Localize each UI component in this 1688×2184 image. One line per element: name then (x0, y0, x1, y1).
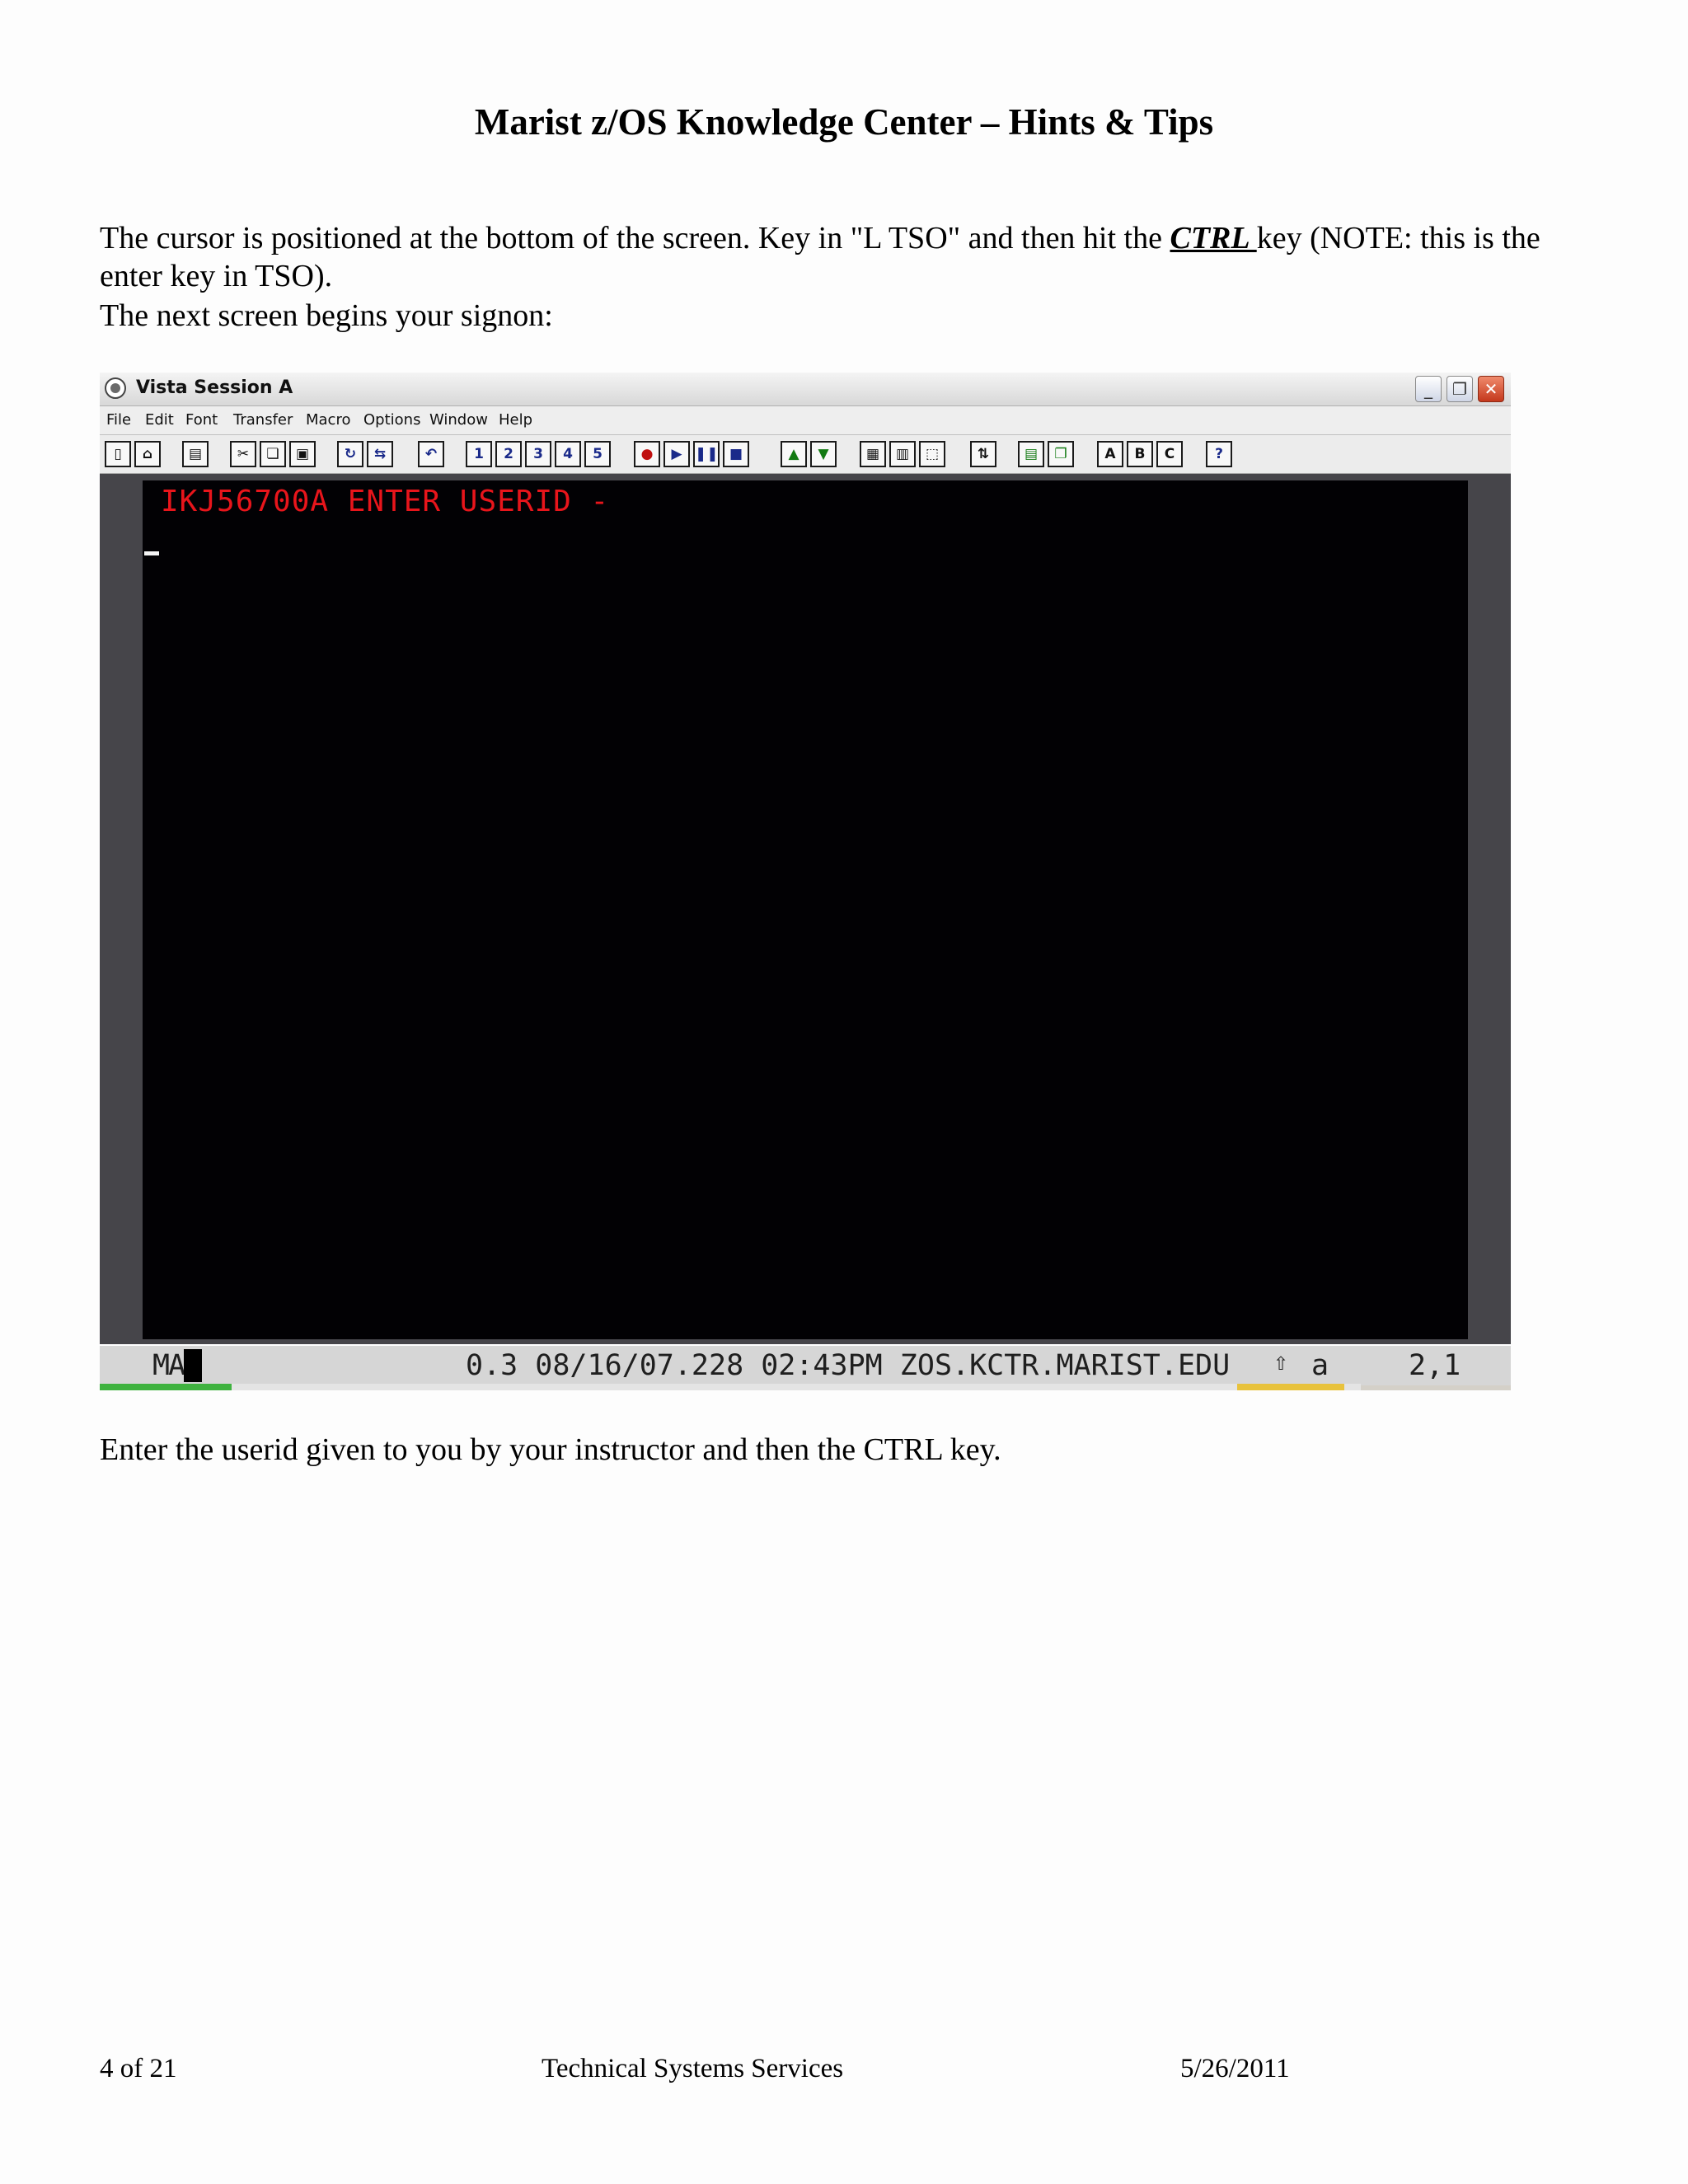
select-icon[interactable]: ⬚ (919, 441, 945, 467)
mode-indicator: MA (152, 1349, 185, 1382)
session-c-button[interactable]: C (1156, 441, 1183, 467)
swap-session-icon[interactable]: ⇆ (367, 441, 393, 467)
properties-icon[interactable]: ▦ (860, 441, 886, 467)
menu-macro[interactable]: Macro (306, 411, 350, 429)
menu-help[interactable]: Help (499, 411, 532, 429)
taskbar-strip (100, 1384, 1361, 1390)
stop-icon[interactable]: ■ (723, 441, 749, 467)
taskbar-tray-fragment (1237, 1384, 1344, 1390)
open-folder-icon[interactable]: ⌂ (134, 441, 161, 467)
session-info: 0.3 08/16/07.228 02:43PM ZOS.KCTR.MARIST… (466, 1349, 1231, 1382)
macro-1-button[interactable]: 1 (466, 441, 492, 467)
session-a-button[interactable]: A (1097, 441, 1123, 467)
keyboard-shift-icon: ⇧ (1273, 1347, 1289, 1376)
footer-date: 5/26/2011 (1180, 2054, 1290, 2083)
terminal-window-screenshot: Vista Session A _ ❐ ✕ File Edit Font Tra… (100, 373, 1511, 1390)
text-cursor (144, 551, 159, 555)
signon-intro: The next screen begins your signon: (100, 298, 553, 333)
footer-org: Technical Systems Services (542, 2054, 844, 2083)
cursor-position: 2,1 (1409, 1349, 1461, 1382)
page-number: 4 of 21 (100, 2054, 177, 2083)
print-icon[interactable]: ▤ (182, 441, 209, 467)
instruction-paragraph: The cursor is positioned at the bottom o… (100, 219, 1583, 295)
status-bar: MA 0.3 08/16/07.228 02:43PM ZOS.KCTR.MAR… (100, 1344, 1511, 1385)
macro-4-button[interactable]: 4 (555, 441, 581, 467)
menu-font[interactable]: Font (185, 411, 218, 429)
toolbar: ▯ ⌂ ▤ ✂ ❏ ▣ ↻ ⇆ ↶ 1 2 3 4 5 ● ▶ ❚❚ ■ ▲ ▼… (100, 435, 1511, 474)
help-icon[interactable]: ? (1206, 441, 1232, 467)
tso-prompt: IKJ56700A ENTER USERID - (161, 485, 610, 518)
menu-options[interactable]: Options (363, 411, 420, 429)
arrow-down-icon[interactable]: ▼ (810, 441, 837, 467)
terminal-frame: IKJ56700A ENTER USERID - (100, 474, 1511, 1344)
terminal-screen[interactable]: IKJ56700A ENTER USERID - (143, 480, 1468, 1339)
sessions-icon[interactable]: ❐ (1048, 441, 1074, 467)
pause-icon[interactable]: ❚❚ (693, 441, 720, 467)
menu-transfer[interactable]: Transfer (233, 411, 293, 429)
restore-button[interactable]: ❐ (1447, 376, 1473, 402)
input-mode-indicator: a (1311, 1349, 1329, 1382)
menu-edit[interactable]: Edit (145, 411, 174, 429)
arrow-up-icon[interactable]: ▲ (781, 441, 807, 467)
window-title: Vista Session A (136, 377, 293, 398)
macro-3-button[interactable]: 3 (525, 441, 551, 467)
new-file-icon[interactable]: ▯ (105, 441, 131, 467)
minimize-button[interactable]: _ (1415, 376, 1442, 402)
refresh-icon[interactable]: ↻ (337, 441, 363, 467)
paste-icon[interactable]: ▣ (289, 441, 316, 467)
taskbar-start-fragment (100, 1384, 232, 1390)
macro-2-button[interactable]: 2 (495, 441, 522, 467)
cut-icon[interactable]: ✂ (230, 441, 256, 467)
notepad-icon[interactable]: ▤ (1018, 441, 1044, 467)
vista-app-icon (105, 377, 126, 399)
ctrl-key-emphasis: CTRL (1170, 221, 1257, 255)
keyboard-map-icon[interactable]: ▥ (889, 441, 916, 467)
menu-window[interactable]: Window (429, 411, 488, 429)
macro-5-button[interactable]: 5 (584, 441, 611, 467)
copy-icon[interactable]: ❏ (260, 441, 286, 467)
window-titlebar[interactable]: Vista Session A _ ❐ ✕ (100, 373, 1511, 406)
userid-instruction: Enter the userid given to you by your in… (100, 1432, 1001, 1467)
menu-bar: File Edit Font Transfer Macro Options Wi… (100, 406, 1511, 435)
menu-file[interactable]: File (106, 411, 131, 429)
undo-icon[interactable]: ↶ (418, 441, 444, 467)
page-title: Marist z/OS Knowledge Center – Hints & T… (474, 101, 1214, 143)
close-button[interactable]: ✕ (1478, 376, 1504, 402)
lock-block-indicator (184, 1349, 202, 1382)
session-b-button[interactable]: B (1127, 441, 1153, 467)
transfer-icon[interactable]: ⇅ (970, 441, 996, 467)
play-icon[interactable]: ▶ (663, 441, 690, 467)
instruction-text: The cursor is positioned at the bottom o… (100, 221, 1170, 255)
record-icon[interactable]: ● (634, 441, 660, 467)
